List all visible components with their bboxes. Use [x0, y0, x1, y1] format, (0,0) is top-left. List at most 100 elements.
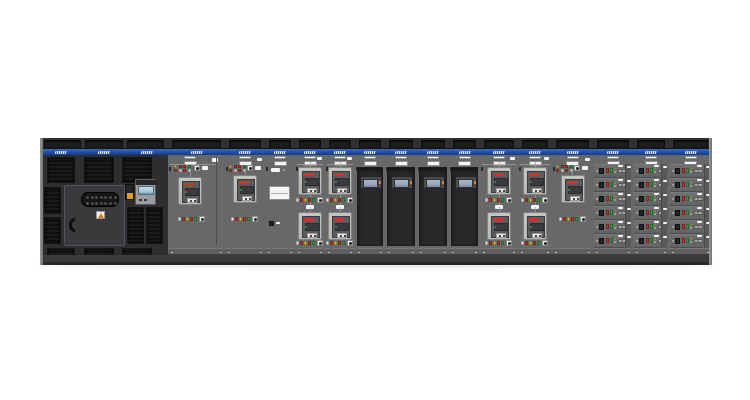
gauge-dot	[104, 202, 107, 205]
gauge-dot	[104, 196, 107, 199]
nameplate	[493, 156, 505, 159]
channel-label	[627, 236, 631, 238]
kick-seam	[480, 248, 518, 255]
kick-seam	[295, 248, 325, 255]
breaker-on-indicator	[335, 181, 337, 183]
drawer-label	[618, 193, 623, 195]
breaker-on-indicator	[568, 189, 570, 191]
mcc-drawer	[670, 206, 703, 220]
screw	[636, 252, 638, 254]
switchboard-lineup	[40, 138, 712, 265]
channel-label	[663, 222, 667, 224]
indicator-lamp-yellow	[654, 224, 656, 226]
breaker-rating-label	[337, 188, 347, 193]
section-mcc-column-3	[669, 138, 712, 265]
indicator-lamp-red	[489, 241, 492, 245]
nameplate	[685, 156, 697, 159]
screw	[664, 252, 666, 254]
dark-door	[357, 167, 383, 246]
meter-led-red	[183, 165, 186, 168]
indicator-lamp-red	[606, 224, 609, 229]
breaker-face	[332, 216, 350, 238]
label-mark	[499, 190, 501, 192]
drawer-switch	[675, 182, 680, 188]
indicator-lamp-red	[606, 168, 609, 173]
mcc-drawer	[670, 178, 703, 192]
air-circuit-breaker	[298, 212, 322, 240]
breaker-section-front	[168, 155, 225, 248]
small-label	[276, 222, 280, 224]
mcc-drawer	[594, 234, 624, 248]
roof-vent	[453, 140, 476, 148]
air-circuit-breaker	[487, 167, 511, 195]
roof-strip	[325, 138, 355, 149]
breaker-face	[491, 216, 509, 238]
indicator-lamp-yellow	[529, 241, 532, 245]
indicator-lamp-white	[596, 198, 598, 200]
indicator-lamp-green	[686, 196, 689, 201]
brand-logo	[334, 151, 347, 154]
indicator-lamp-red	[646, 238, 649, 243]
indicator-lamp-red	[646, 224, 649, 229]
drawer-switch	[639, 182, 644, 188]
breaker-window	[568, 186, 582, 194]
mcc-drawer	[634, 192, 660, 206]
floor-shadow	[36, 263, 716, 268]
indicator-lamp-white	[654, 213, 656, 215]
roof-vent	[421, 140, 445, 148]
indicator-lamp-white	[690, 241, 692, 243]
section-drive-cubicle-3	[417, 138, 449, 265]
indicator-lamp-yellow	[567, 217, 570, 221]
indicator-lamp-green	[501, 241, 504, 245]
indicator-lamp-green	[194, 217, 197, 221]
drawer-label	[697, 235, 702, 237]
nameplate	[645, 156, 657, 159]
drawer-label	[697, 207, 702, 209]
indicator-lamp-red	[330, 198, 333, 202]
indicator-lamp-white	[636, 226, 638, 228]
indicator-lamp-white	[296, 198, 299, 202]
screw	[320, 252, 322, 254]
drawer-label	[697, 165, 702, 167]
nameplate	[459, 156, 471, 159]
knob-pointer	[319, 242, 322, 245]
roof-vent	[269, 140, 291, 148]
indicator-lamp-green	[686, 182, 689, 187]
selector-switch	[247, 165, 253, 171]
section-drive-cubicle-2	[385, 138, 417, 265]
indicator-lamp-yellow	[690, 196, 692, 198]
indicator-lamp-green	[686, 210, 689, 215]
channel-label	[627, 180, 631, 182]
meter-led-white	[234, 169, 237, 172]
aux-module-lamp	[127, 193, 133, 199]
indicator-lamp-white	[690, 227, 692, 229]
indicator-lamp-red	[300, 198, 303, 202]
indicator-lamp-white	[559, 217, 562, 221]
label-mark	[249, 198, 251, 200]
indicator-lamp-yellow	[529, 198, 532, 202]
kick-seam	[355, 248, 385, 255]
drawer-switch	[599, 224, 604, 230]
screw	[444, 252, 446, 254]
label-mark	[535, 190, 537, 192]
channel-label	[663, 194, 667, 196]
nameplate	[567, 156, 579, 159]
vent-grille	[47, 157, 75, 183]
meter-led-red	[183, 169, 186, 172]
door-latch	[226, 167, 228, 171]
indicator-lamp-white	[296, 241, 299, 245]
indicator-lamp-yellow	[493, 198, 496, 202]
indicator-lamp-red	[235, 217, 238, 221]
screw	[483, 252, 485, 254]
breaker-window	[305, 178, 319, 186]
indicator-lamp-green	[501, 198, 504, 202]
indicator-lamp-white	[690, 199, 692, 201]
indicator-lamp-yellow	[690, 238, 692, 240]
indicator-lamp-yellow	[690, 182, 692, 184]
indicator-lamp-white	[326, 241, 329, 245]
section-mcc-column-2	[633, 138, 669, 265]
breaker-on-indicator	[185, 191, 187, 193]
breaker-window	[240, 186, 254, 194]
kick-seam	[385, 248, 417, 255]
roof-strip	[295, 138, 325, 149]
